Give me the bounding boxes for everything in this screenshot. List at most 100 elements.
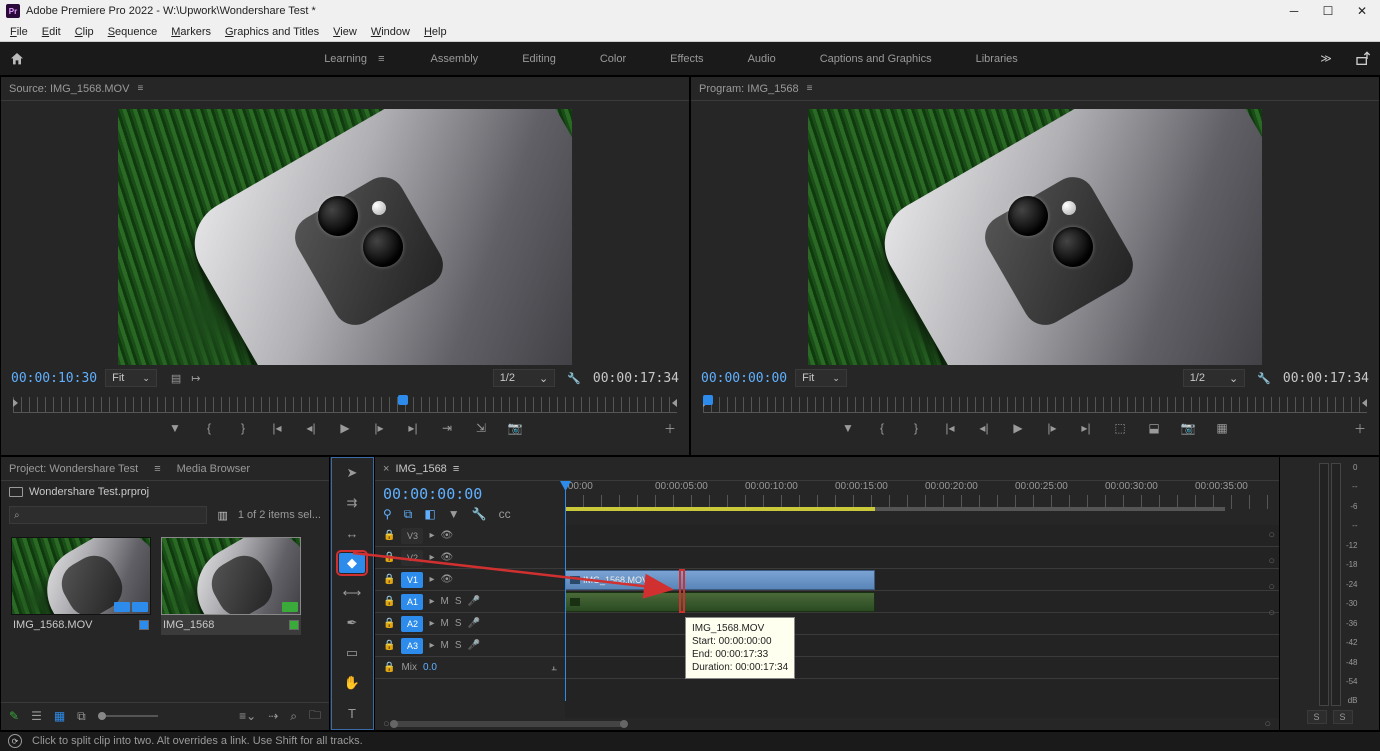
menu-help[interactable]: Help — [418, 24, 453, 40]
track-a2-header[interactable]: 🔒A2▸MS🎤 — [375, 613, 565, 635]
lift-icon[interactable]: ⬚ — [1113, 421, 1127, 435]
home-button[interactable] — [0, 51, 34, 67]
solo-right-button[interactable]: S — [1333, 710, 1353, 724]
play-icon[interactable]: ▶ — [1011, 421, 1025, 435]
source-wrench-icon[interactable]: 🔧 — [567, 372, 581, 385]
goto-in-icon[interactable]: |◂ — [943, 421, 957, 435]
pen-tool[interactable]: ✒ — [339, 613, 365, 633]
program-tab[interactable]: Program: IMG_1568 — [699, 83, 799, 95]
solo-left-button[interactable]: S — [1307, 710, 1327, 724]
rectangle-tool[interactable]: ▭ — [339, 643, 365, 663]
snap-icon[interactable]: ⚲ — [383, 507, 392, 522]
quick-export-button[interactable] — [1346, 51, 1380, 67]
source-add-button-icon[interactable]: ＋ — [663, 421, 677, 435]
comparison-icon[interactable]: ▦ — [1215, 421, 1229, 435]
step-back-icon[interactable]: ◂| — [304, 421, 318, 435]
step-fwd-icon[interactable]: |▸ — [372, 421, 386, 435]
clip-2-label[interactable] — [289, 620, 299, 630]
filter-bin-icon[interactable]: ▥ — [217, 509, 227, 522]
out-icon[interactable]: } — [909, 421, 923, 435]
in-icon[interactable]: { — [875, 421, 889, 435]
selection-tool[interactable]: ➤ — [339, 463, 365, 483]
ws-effects[interactable]: Effects — [668, 49, 705, 69]
ws-audio[interactable]: Audio — [746, 49, 778, 69]
source-tab[interactable]: Source: IMG_1568.MOV — [9, 83, 129, 95]
program-add-button-icon[interactable]: ＋ — [1353, 421, 1367, 435]
track-v3-header[interactable]: 🔒V3▸👁 — [375, 525, 565, 547]
track-mix-header[interactable]: 🔒Mix0.0⫠ — [375, 657, 565, 679]
step-fwd-icon[interactable]: |▸ — [1045, 421, 1059, 435]
track-select-tool[interactable]: ⇉ — [339, 493, 365, 513]
ws-overflow-button[interactable]: ≫ — [1306, 52, 1346, 65]
project-clip-1[interactable]: IMG_1568.MOV — [11, 537, 151, 635]
source-settings-icon[interactable]: ▤ — [171, 372, 181, 385]
ws-color[interactable]: Color — [598, 49, 628, 69]
menu-window[interactable]: Window — [365, 24, 416, 40]
marker-add-icon[interactable]: ◧ — [424, 507, 435, 522]
ws-learning[interactable]: Learning ≡ — [320, 49, 388, 69]
goto-out-icon[interactable]: ▸| — [406, 421, 420, 435]
goto-in-icon[interactable]: |◂ — [270, 421, 284, 435]
sort-icon[interactable]: ≡⌄ — [239, 709, 256, 723]
marker-icon[interactable]: ▼ — [841, 421, 855, 435]
media-browser-tab[interactable]: Media Browser — [177, 463, 250, 475]
source-out-icon[interactable]: ↦ — [191, 372, 200, 385]
ws-menu-icon[interactable]: ≡ — [376, 49, 386, 69]
find-icon[interactable]: ⌕ — [290, 709, 297, 724]
ws-captions[interactable]: Captions and Graphics — [818, 49, 934, 69]
track-a1-header[interactable]: 🔒A1▸MS🎤 — [375, 591, 565, 613]
ws-assembly[interactable]: Assembly — [429, 49, 481, 69]
write-toggle-icon[interactable]: ✎ — [9, 709, 19, 723]
track-v1-header[interactable]: 🔒V1▸👁 — [375, 569, 565, 591]
source-video[interactable] — [118, 109, 572, 365]
in-icon[interactable]: { — [202, 421, 216, 435]
menu-markers[interactable]: Markers — [165, 24, 217, 40]
source-tab-menu-icon[interactable]: ≡ — [137, 83, 143, 94]
hand-tool[interactable]: ✋ — [339, 673, 365, 693]
tl-wrench-icon[interactable]: 🔧 — [472, 507, 487, 522]
source-zoom-select[interactable]: Fit⌄ — [105, 369, 157, 387]
list-view-icon[interactable]: ☰ — [31, 709, 42, 723]
step-back-icon[interactable]: ◂| — [977, 421, 991, 435]
timeline-ruler[interactable]: :00:00 00:00:05:00 00:00:10:00 00:00:15:… — [565, 481, 1279, 525]
clip-1-label[interactable] — [139, 620, 149, 630]
linked-selection-icon[interactable]: ⧉ — [404, 507, 413, 522]
insert-icon[interactable]: ⇥ — [440, 421, 454, 435]
menu-clip[interactable]: Clip — [69, 24, 100, 40]
play-icon[interactable]: ▶ — [338, 421, 352, 435]
menu-graphics[interactable]: Graphics and Titles — [219, 24, 325, 40]
menu-sequence[interactable]: Sequence — [102, 24, 164, 40]
type-tool[interactable]: T — [339, 703, 365, 723]
program-video[interactable] — [808, 109, 1262, 365]
timeline-timecode[interactable]: 00:00:00:00 — [383, 485, 557, 503]
ripple-tool[interactable]: ↔ — [339, 523, 365, 543]
source-timecode[interactable]: 00:00:10:30 — [11, 371, 97, 386]
tl-marker-icon[interactable]: ▼ — [448, 507, 460, 522]
program-zoom-select[interactable]: Fit⌄ — [795, 369, 847, 387]
ws-editing[interactable]: Editing — [520, 49, 558, 69]
timeline-tab-menu-icon[interactable]: ≡ — [453, 463, 459, 475]
audio-clip[interactable] — [565, 592, 875, 612]
automate-icon[interactable]: ⇢ — [268, 709, 278, 723]
program-wrench-icon[interactable]: 🔧 — [1257, 372, 1271, 385]
program-timecode[interactable]: 00:00:00:00 — [701, 371, 787, 386]
video-clip[interactable]: IMG_1568.MOV — [565, 570, 875, 590]
ws-libraries[interactable]: Libraries — [974, 49, 1020, 69]
minimize-button[interactable]: ─ — [1288, 5, 1300, 17]
extract-icon[interactable]: ⬓ — [1147, 421, 1161, 435]
captions-icon[interactable]: cc — [499, 507, 511, 522]
close-button[interactable]: ✕ — [1356, 5, 1368, 17]
program-scrubber[interactable] — [703, 397, 1367, 413]
freeform-view-icon[interactable]: ⧉ — [77, 709, 86, 724]
program-resolution-select[interactable]: 1/2⌄ — [1183, 369, 1246, 387]
program-tab-menu-icon[interactable]: ≡ — [807, 83, 813, 94]
timeline-track-area[interactable]: IMG_1568.MOV IMG_1568.MOV — [565, 525, 1279, 718]
out-icon[interactable]: } — [236, 421, 250, 435]
cc-icon[interactable]: ⟳ — [8, 734, 22, 748]
menu-edit[interactable]: Edit — [36, 24, 67, 40]
razor-tool[interactable]: ◆ — [339, 553, 365, 573]
project-tab[interactable]: Project: Wondershare Test — [9, 463, 138, 475]
thumb-size-slider[interactable] — [98, 715, 158, 717]
project-tab-menu-icon[interactable]: ≡ — [154, 463, 160, 475]
icon-view-icon[interactable]: ▦ — [54, 709, 65, 723]
